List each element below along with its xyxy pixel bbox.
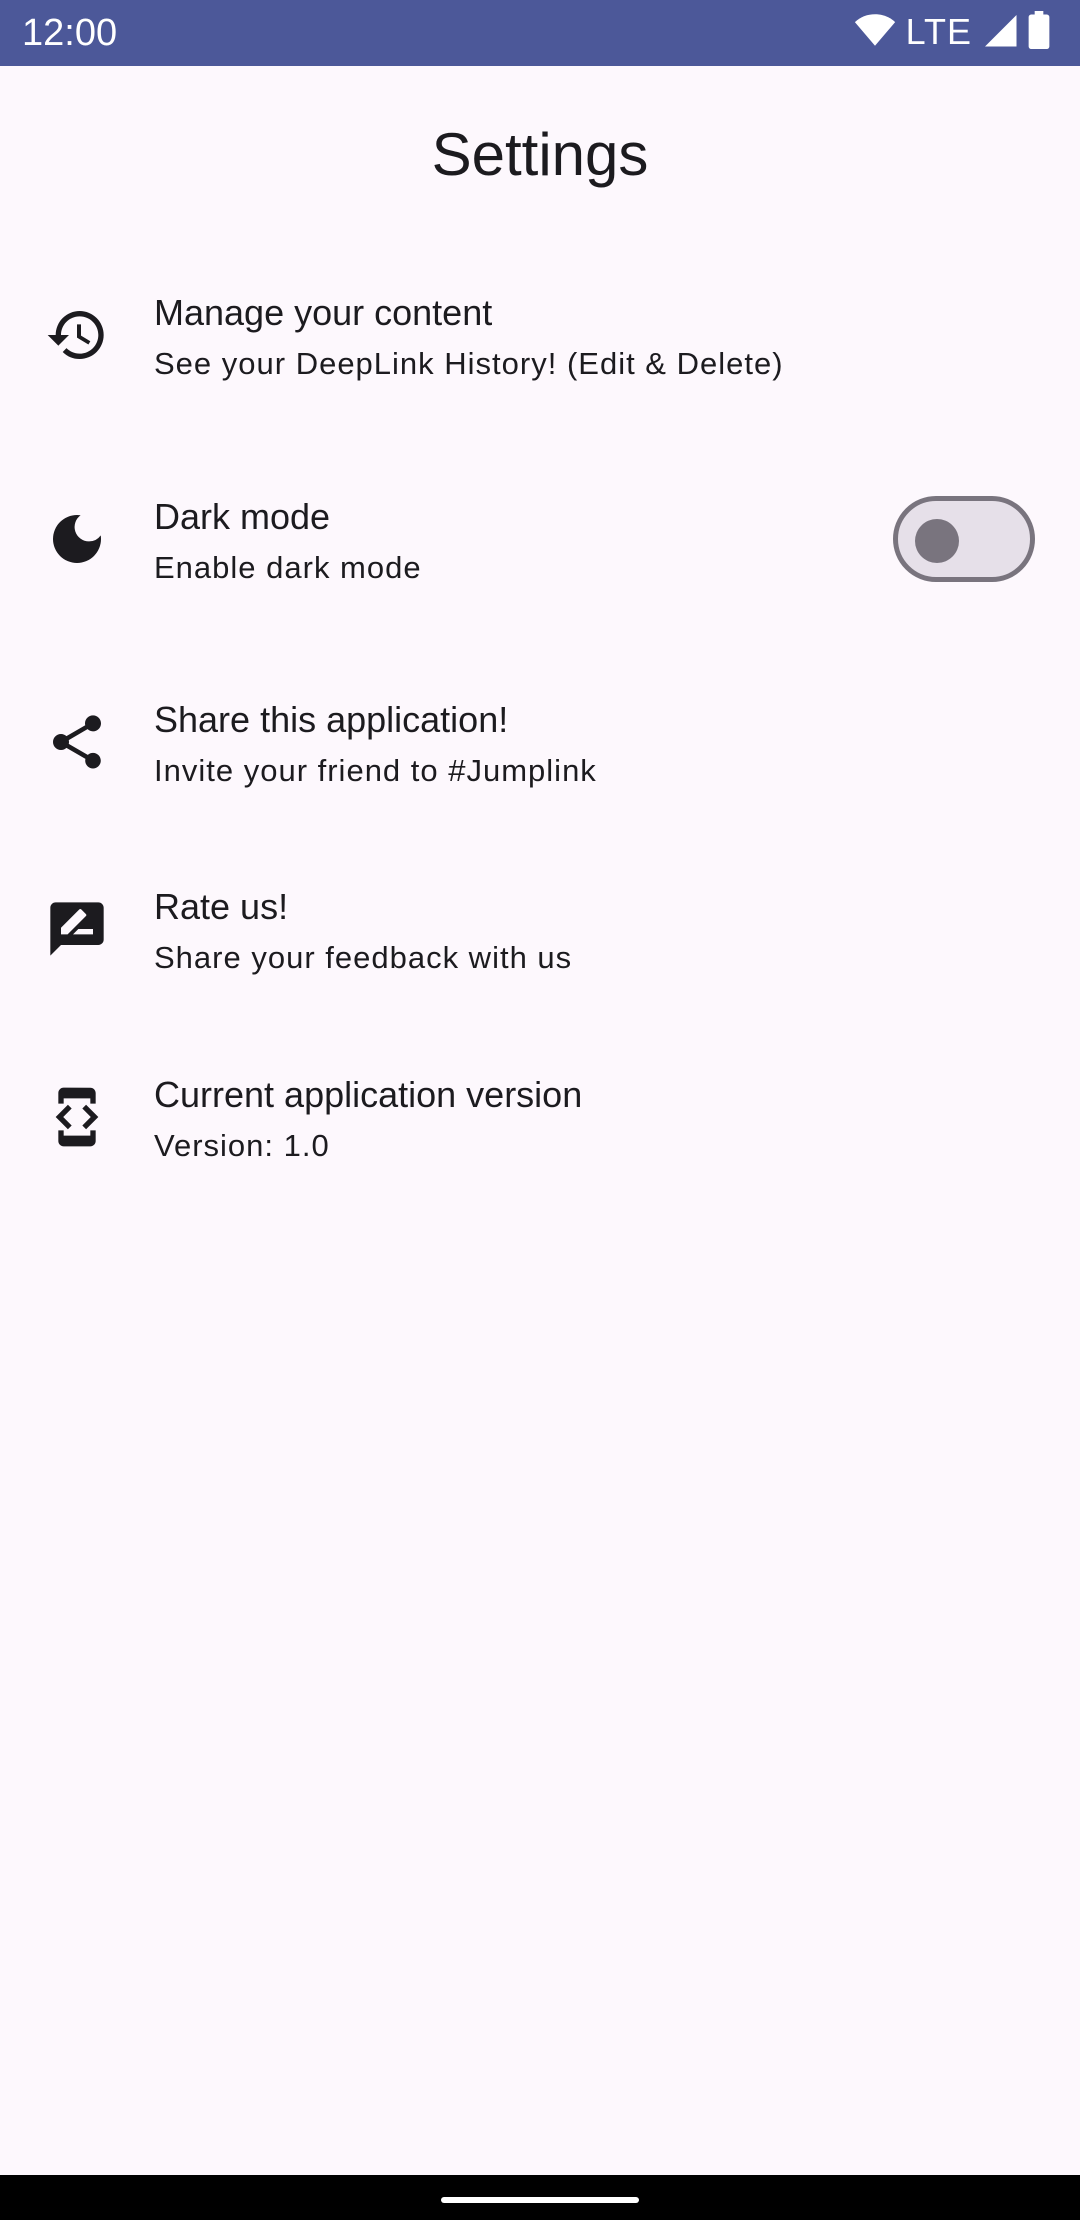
share-icon bbox=[42, 707, 112, 777]
battery-icon bbox=[1028, 10, 1050, 54]
setting-share-app[interactable]: Share this application! Invite your frie… bbox=[0, 656, 1080, 826]
status-time: 12:00 bbox=[22, 12, 118, 54]
page-title: Settings bbox=[431, 121, 649, 188]
setting-manage-content[interactable]: Manage your content See your DeepLink Hi… bbox=[0, 250, 1080, 420]
home-gesture-handle[interactable] bbox=[441, 2197, 639, 2203]
history-icon bbox=[42, 300, 112, 370]
setting-dark-mode[interactable]: Dark mode Enable dark mode bbox=[0, 453, 1080, 623]
setting-subtitle: Enable dark mode bbox=[154, 550, 422, 585]
toggle-thumb bbox=[915, 519, 959, 563]
setting-title: Current application version bbox=[154, 1074, 583, 1115]
dark-mode-toggle[interactable] bbox=[893, 496, 1035, 582]
moon-icon bbox=[42, 504, 112, 574]
setting-title: Rate us! bbox=[154, 886, 289, 927]
setting-subtitle: Share your feedback with us bbox=[154, 940, 573, 975]
signal-icon bbox=[982, 12, 1018, 53]
navigation-bar bbox=[0, 2175, 1080, 2220]
setting-title: Dark mode bbox=[154, 496, 331, 537]
setting-app-version[interactable]: Current application version Version: 1.0 bbox=[0, 1030, 1080, 1200]
setting-title: Manage your content bbox=[154, 292, 493, 333]
setting-subtitle: See your DeepLink History! (Edit & Delet… bbox=[154, 346, 784, 381]
setting-subtitle: Invite your friend to #Jumplink bbox=[154, 753, 597, 788]
setting-title: Share this application! bbox=[154, 699, 509, 740]
status-icons: LTE bbox=[854, 10, 1050, 54]
status-bar: 12:00 LTE bbox=[0, 0, 1080, 66]
rate-review-icon bbox=[42, 894, 112, 964]
developer-mode-icon bbox=[42, 1082, 112, 1152]
setting-subtitle: Version: 1.0 bbox=[154, 1128, 330, 1163]
wifi-icon bbox=[854, 12, 896, 53]
setting-rate-us[interactable]: Rate us! Share your feedback with us bbox=[0, 843, 1080, 1013]
network-type: LTE bbox=[905, 11, 972, 52]
